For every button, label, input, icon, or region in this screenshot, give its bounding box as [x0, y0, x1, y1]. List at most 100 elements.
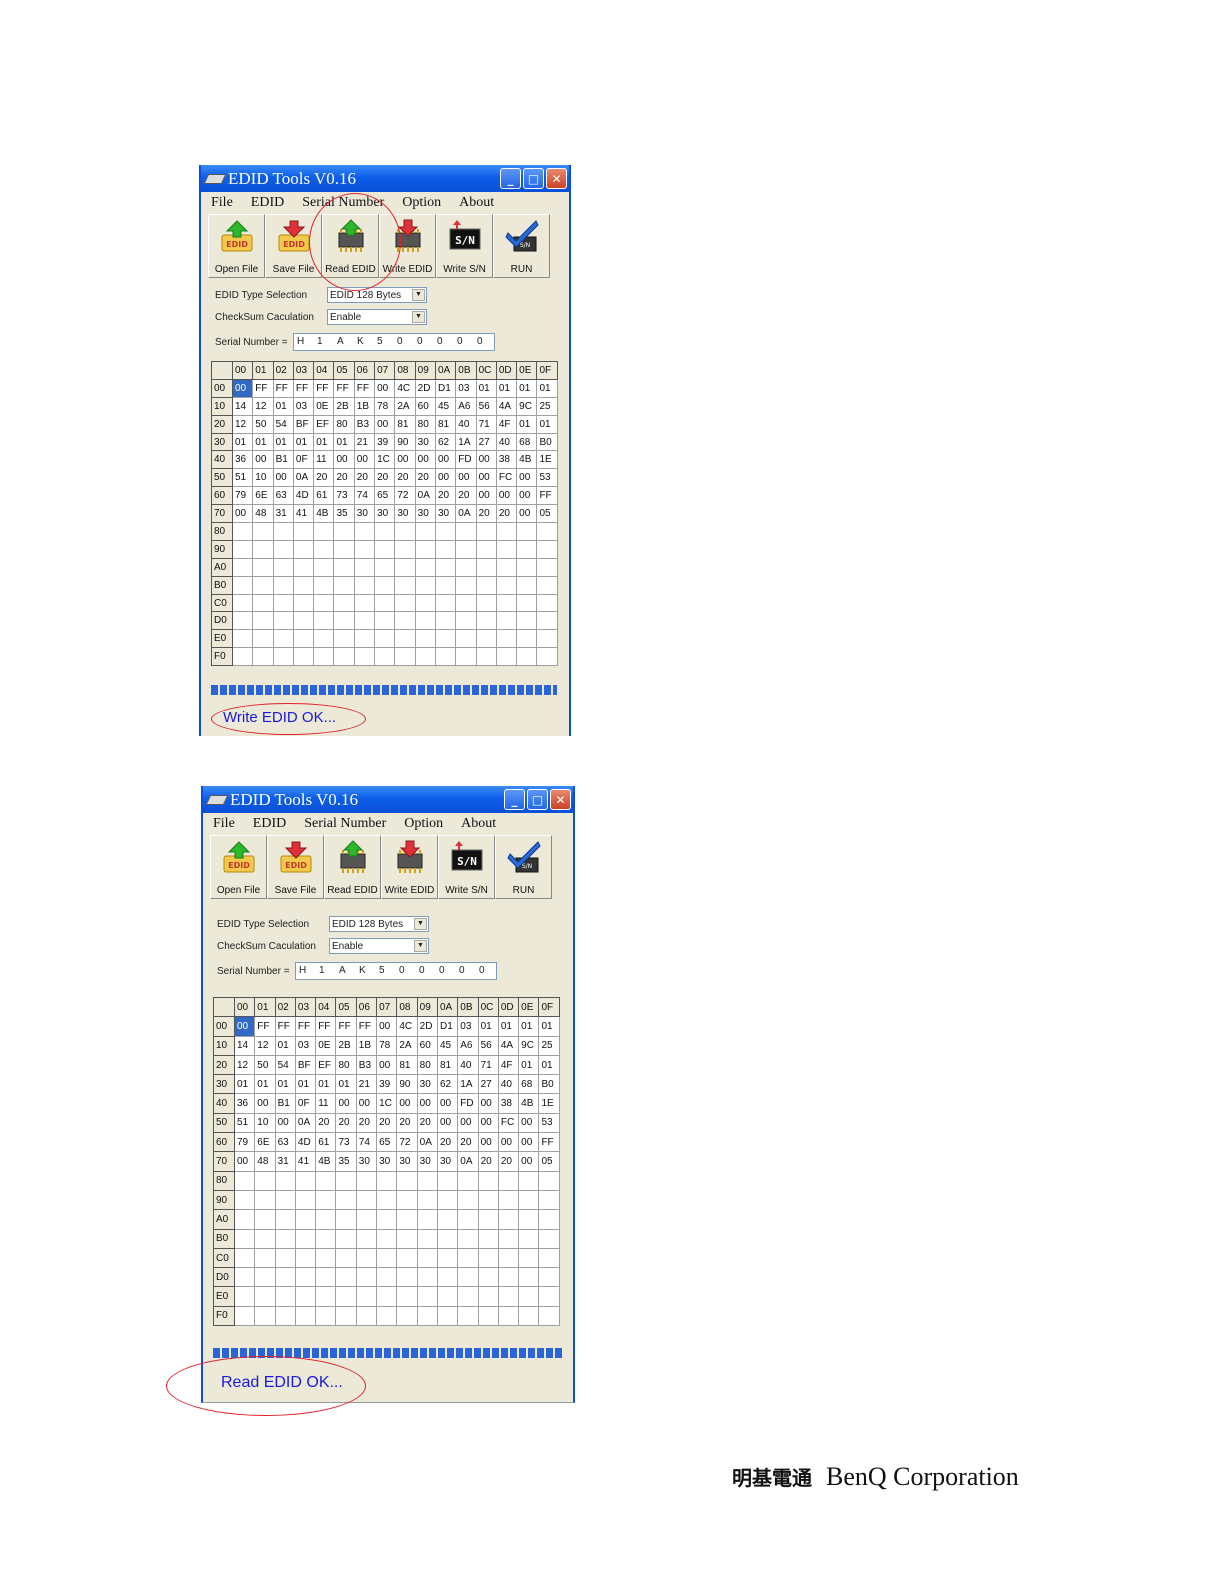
grid-cell[interactable]: [497, 1286, 520, 1307]
grid-cell[interactable]: [274, 1189, 296, 1211]
close-button[interactable]: ✕: [546, 168, 567, 189]
serial-char[interactable]: 0: [474, 334, 494, 350]
grid-cell[interactable]: [538, 1170, 560, 1191]
grid-cell[interactable]: [457, 1247, 479, 1269]
grid-cell[interactable]: 00: [434, 468, 457, 488]
grid-cell[interactable]: 20: [436, 1132, 459, 1153]
grid-cell[interactable]: [254, 1305, 276, 1327]
serial-char[interactable]: 5: [376, 963, 396, 979]
grid-cell[interactable]: [252, 593, 274, 613]
grid-cell[interactable]: [516, 539, 538, 559]
read-edid-button[interactable]: Read EDID: [324, 835, 381, 899]
grid-cell[interactable]: 2A: [394, 396, 416, 416]
grid-cell[interactable]: [495, 629, 518, 649]
grid-cell[interactable]: EF: [315, 1054, 337, 1076]
grid-cell[interactable]: [355, 1170, 378, 1191]
grid-cell[interactable]: 00: [477, 1112, 499, 1134]
grid-cell[interactable]: [231, 611, 254, 631]
grid-cell[interactable]: 00: [374, 378, 396, 398]
grid-cell[interactable]: 01: [475, 378, 497, 398]
grid-cell[interactable]: 0A: [455, 504, 477, 524]
grid-cell[interactable]: [353, 575, 376, 595]
grid-cell[interactable]: [294, 1305, 317, 1327]
grid-cell[interactable]: FF: [353, 378, 376, 398]
grid-cell[interactable]: [394, 557, 416, 577]
menu-edid[interactable]: EDID: [253, 816, 286, 832]
grid-cell[interactable]: [374, 575, 396, 595]
grid-cell[interactable]: 00: [376, 1016, 398, 1037]
grid-cell[interactable]: 03: [455, 378, 477, 398]
grid-cell[interactable]: [394, 611, 416, 631]
run-button[interactable]: S/N RUN: [495, 835, 552, 899]
grid-cell[interactable]: 38: [495, 450, 518, 470]
grid-cell[interactable]: 30: [414, 432, 436, 452]
grid-cell[interactable]: 30: [376, 1151, 398, 1172]
grid-cell[interactable]: 01: [233, 1074, 256, 1095]
serial-char[interactable]: 1: [316, 963, 336, 979]
grid-cell[interactable]: 73: [333, 486, 355, 506]
grid-cell[interactable]: [516, 629, 538, 649]
grid-cell[interactable]: 31: [272, 504, 294, 524]
grid-cell[interactable]: 00: [254, 1093, 276, 1114]
serial-char[interactable]: A: [334, 334, 354, 350]
grid-cell[interactable]: D1: [436, 1016, 459, 1037]
grid-cell[interactable]: [518, 1189, 540, 1211]
grid-cell[interactable]: 01: [477, 1016, 499, 1037]
grid-cell[interactable]: [376, 1228, 398, 1249]
grid-cell[interactable]: 00: [516, 468, 538, 488]
grid-cell[interactable]: FC: [497, 1112, 520, 1134]
grid-cell[interactable]: [436, 1209, 459, 1230]
grid-cell[interactable]: [376, 1170, 398, 1191]
grid-cell[interactable]: [434, 647, 457, 667]
grid-cell[interactable]: 6E: [252, 486, 274, 506]
grid-cell[interactable]: 00: [518, 1112, 540, 1134]
grid-cell[interactable]: 00: [518, 1132, 540, 1153]
grid-cell[interactable]: [538, 1209, 560, 1230]
grid-cell[interactable]: [294, 1170, 317, 1191]
grid-cell[interactable]: 0A: [416, 1132, 438, 1153]
grid-cell[interactable]: [455, 629, 477, 649]
grid-cell[interactable]: [414, 593, 436, 613]
grid-cell[interactable]: [233, 1267, 256, 1288]
grid-cell[interactable]: [396, 1209, 418, 1230]
grid-cell[interactable]: 00: [475, 486, 497, 506]
grid-cell[interactable]: [396, 1189, 418, 1211]
grid-cell[interactable]: 54: [274, 1054, 296, 1076]
grid-cell[interactable]: [274, 1170, 296, 1191]
grid-cell[interactable]: [274, 1286, 296, 1307]
grid-cell[interactable]: 53: [538, 1112, 560, 1134]
grid-cell[interactable]: 79: [231, 486, 254, 506]
grid-cell[interactable]: [335, 1305, 357, 1327]
grid-cell[interactable]: [497, 1305, 520, 1327]
grid-cell[interactable]: 30: [414, 504, 436, 524]
grid-cell[interactable]: [272, 611, 294, 631]
grid-cell[interactable]: [355, 1247, 378, 1269]
grid-cell[interactable]: 2A: [396, 1035, 418, 1056]
grid-cell[interactable]: 0E: [315, 1035, 337, 1056]
grid-cell[interactable]: 62: [436, 1074, 459, 1095]
grid-cell[interactable]: [416, 1267, 438, 1288]
title-bar[interactable]: EDID Tools V0.16 _ □ ✕: [203, 786, 573, 813]
grid-cell[interactable]: [376, 1209, 398, 1230]
grid-cell[interactable]: 00: [497, 1132, 520, 1153]
grid-cell[interactable]: 80: [335, 1054, 357, 1076]
grid-cell[interactable]: [538, 1286, 560, 1307]
grid-cell[interactable]: A6: [455, 396, 477, 416]
grid-cell[interactable]: [414, 629, 436, 649]
grid-cell[interactable]: 39: [374, 432, 396, 452]
grid-cell[interactable]: 12: [231, 414, 254, 434]
grid-cell[interactable]: [353, 522, 376, 541]
grid-cell[interactable]: [436, 1247, 459, 1269]
menu-file[interactable]: File: [213, 816, 235, 832]
grid-cell[interactable]: [294, 1267, 317, 1288]
grid-cell[interactable]: 20: [313, 468, 335, 488]
grid-cell[interactable]: [231, 539, 254, 559]
grid-cell[interactable]: [416, 1286, 438, 1307]
grid-cell[interactable]: 63: [274, 1132, 296, 1153]
grid-cell[interactable]: 00: [353, 450, 376, 470]
grid-cell[interactable]: [335, 1247, 357, 1269]
grid-cell[interactable]: [536, 539, 558, 559]
grid-cell[interactable]: [333, 611, 355, 631]
grid-cell[interactable]: 01: [518, 1016, 540, 1037]
run-button[interactable]: S/N RUN: [493, 214, 550, 278]
